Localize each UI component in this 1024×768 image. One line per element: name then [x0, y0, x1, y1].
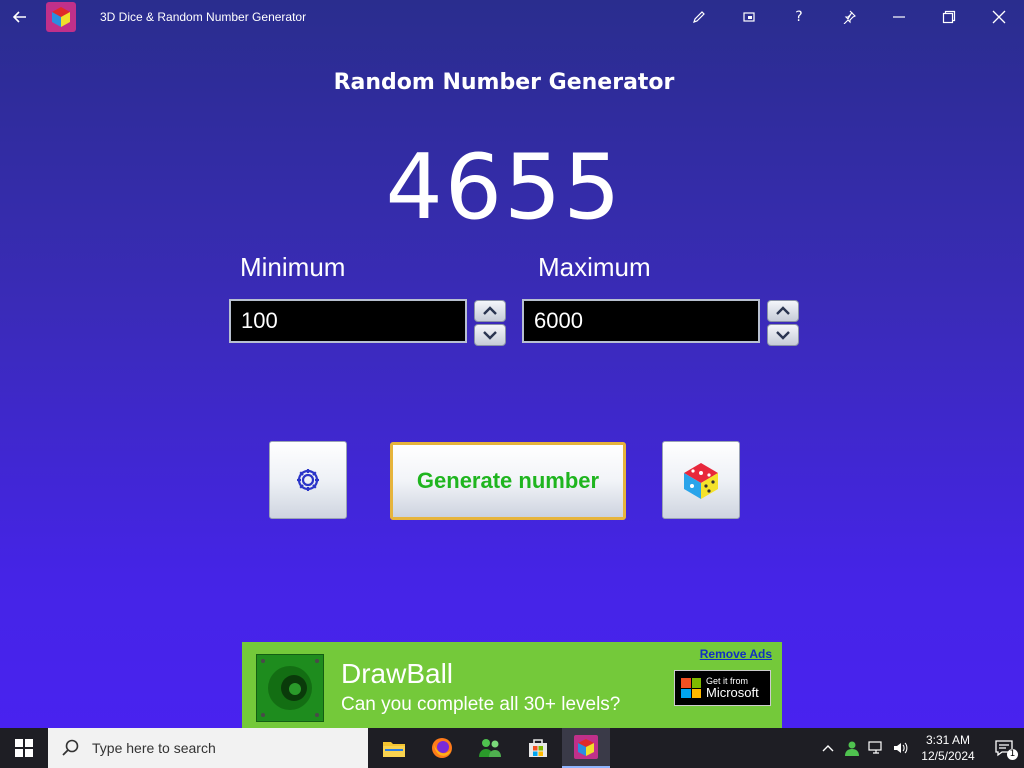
page-title: Random Number Generator	[333, 70, 675, 95]
ad-subtitle: Can you complete all 30+ levels?	[341, 694, 621, 715]
network-button[interactable]	[864, 728, 888, 768]
people-tray-button[interactable]	[840, 728, 864, 768]
pen-icon	[693, 11, 705, 23]
compact-overlay-button[interactable]	[724, 0, 774, 34]
help-button[interactable]: ?	[774, 0, 824, 34]
windows-logo-icon	[15, 739, 33, 757]
chevron-up-icon	[776, 306, 790, 315]
result-number: 4655	[385, 135, 623, 240]
close-button[interactable]	[974, 0, 1024, 34]
minimize-button[interactable]	[874, 0, 924, 34]
title-bar: 3D Dice & Random Number Generator ?	[0, 0, 1024, 34]
chevron-down-icon	[483, 331, 497, 340]
taskbar-search-box[interactable]: Type here to search	[48, 728, 368, 768]
dice-mode-button[interactable]	[662, 441, 740, 519]
chevron-down-icon	[776, 331, 790, 340]
restore-icon	[942, 10, 956, 24]
taskbar: Type here to search 3:31 AM 12/5/2024 1	[0, 728, 1024, 768]
people-icon	[479, 739, 501, 757]
badge-big-text: Microsoft	[706, 685, 759, 700]
microsoft-store-badge[interactable]: Get it from Microsoft	[674, 670, 771, 706]
notification-count-badge: 1	[1007, 749, 1018, 760]
folder-icon	[383, 742, 405, 757]
compact-overlay-icon	[743, 12, 755, 22]
network-icon	[868, 741, 882, 754]
clock-time: 3:31 AM	[925, 733, 971, 747]
ad-title: DrawBall	[341, 658, 454, 689]
dice-app-taskbar-button[interactable]	[562, 728, 610, 768]
advertisement-banner[interactable]: DrawBall Can you complete all 30+ levels…	[242, 642, 782, 728]
clock-date: 12/5/2024	[921, 749, 975, 763]
firefox-taskbar-button[interactable]	[418, 728, 466, 768]
minimum-input[interactable]: 100	[229, 299, 467, 343]
back-button[interactable]	[0, 0, 40, 34]
generate-number-button[interactable]: Generate number	[390, 442, 626, 520]
maximum-decrement-button[interactable]	[767, 324, 799, 346]
maximize-button[interactable]	[924, 0, 974, 34]
minimum-label: Minimum	[240, 252, 346, 282]
generate-number-label: Generate number	[416, 468, 600, 493]
volume-button[interactable]	[888, 728, 912, 768]
chevron-up-icon	[483, 306, 497, 315]
pin-button[interactable]	[824, 0, 874, 34]
minimum-increment-button[interactable]	[474, 300, 506, 322]
remove-ads-link[interactable]: Remove Ads	[700, 647, 772, 661]
speaker-icon	[894, 742, 908, 754]
search-placeholder: Type here to search	[92, 740, 216, 756]
clock[interactable]: 3:31 AM 12/5/2024	[912, 732, 984, 764]
user-icon	[845, 741, 859, 756]
drawball-logo-icon	[256, 654, 324, 722]
search-icon	[62, 739, 79, 756]
close-icon	[992, 10, 1006, 24]
start-button[interactable]	[0, 728, 48, 768]
gear-icon	[297, 469, 319, 491]
chevron-up-icon	[822, 745, 834, 752]
settings-button[interactable]	[269, 441, 347, 519]
store-icon	[529, 739, 547, 757]
help-icon: ?	[795, 9, 803, 25]
back-arrow-icon	[13, 11, 26, 23]
maximum-input[interactable]: 6000	[522, 299, 760, 343]
minimize-icon	[893, 16, 905, 18]
pen-button[interactable]	[674, 0, 724, 34]
show-hidden-icons-button[interactable]	[816, 728, 840, 768]
microsoft-logo-icon	[681, 678, 701, 698]
minimum-decrement-button[interactable]	[474, 324, 506, 346]
maximum-label: Maximum	[538, 252, 651, 282]
people-taskbar-button[interactable]	[466, 728, 514, 768]
dice-icon	[684, 463, 718, 499]
file-explorer-taskbar-button[interactable]	[370, 728, 418, 768]
pin-icon	[843, 10, 856, 24]
window-title: 3D Dice & Random Number Generator	[100, 10, 307, 24]
app-dice-icon	[574, 735, 598, 759]
store-taskbar-button[interactable]	[514, 728, 562, 768]
notifications-button[interactable]: 1	[984, 728, 1024, 768]
maximum-increment-button[interactable]	[767, 300, 799, 322]
firefox-icon	[432, 738, 452, 758]
app-dice-icon	[46, 2, 76, 32]
